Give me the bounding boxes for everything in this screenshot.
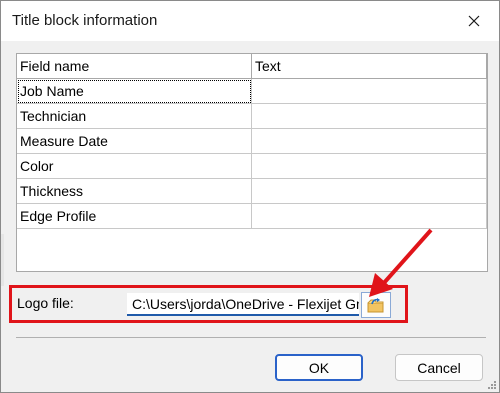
field-name-cell[interactable]: Technician xyxy=(17,103,252,129)
field-name-cell[interactable]: Measure Date xyxy=(17,128,252,154)
close-icon xyxy=(468,15,480,27)
text-cell[interactable] xyxy=(251,128,487,154)
text-cell[interactable] xyxy=(251,78,487,104)
table-row[interactable]: Measure Date xyxy=(17,128,487,154)
table-row[interactable]: Technician xyxy=(17,103,487,129)
resize-grip-icon[interactable] xyxy=(487,380,497,390)
dialog-window: Title block information Field name Text … xyxy=(0,0,500,393)
close-button[interactable] xyxy=(457,6,491,36)
dialog-title: Title block information xyxy=(12,12,158,29)
field-name-cell[interactable]: Job Name xyxy=(17,78,252,104)
field-name-cell[interactable]: Thickness xyxy=(17,178,252,204)
text-cell[interactable] xyxy=(251,153,487,179)
title-block-table: Field name Text Job Name Technician Meas… xyxy=(17,54,487,229)
text-cell[interactable] xyxy=(251,178,487,204)
table-header-row: Field name Text xyxy=(17,54,487,79)
arrow-icon xyxy=(369,228,433,297)
table-row[interactable]: Color xyxy=(17,153,487,179)
title-bar[interactable]: Title block information xyxy=(1,1,499,41)
table-row[interactable]: Edge Profile xyxy=(17,203,487,229)
field-name-cell[interactable]: Edge Profile xyxy=(17,203,252,229)
table-row[interactable]: Job Name xyxy=(17,78,487,104)
field-name-cell[interactable]: Color xyxy=(17,153,252,179)
separator xyxy=(16,337,486,338)
table-row[interactable]: Thickness xyxy=(17,178,487,204)
text-cell[interactable] xyxy=(251,203,487,229)
column-header-field-name[interactable]: Field name xyxy=(17,54,252,79)
window-edge xyxy=(1,234,4,286)
cancel-button[interactable]: Cancel xyxy=(395,354,483,381)
ok-button[interactable]: OK xyxy=(275,354,363,381)
text-cell[interactable] xyxy=(251,103,487,129)
column-header-text[interactable]: Text xyxy=(251,54,487,79)
logo-file-highlight-box xyxy=(9,285,408,323)
